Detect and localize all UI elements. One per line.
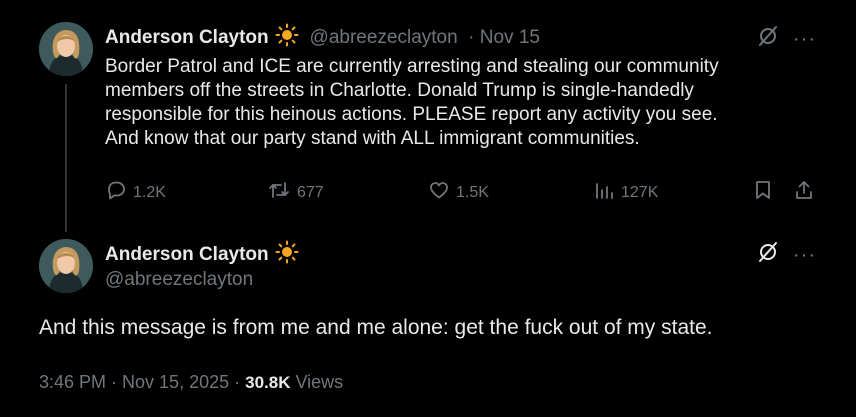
tweet1-top-actions: ··· <box>757 25 816 52</box>
tweet-text: Border Patrol and ICE are currently arre… <box>105 56 719 149</box>
views-count: 127K <box>621 183 659 201</box>
sun-emoji-icon <box>275 240 299 269</box>
repost-button[interactable]: 677 <box>267 179 324 206</box>
view-count: 30.8K <box>245 373 291 392</box>
author-name[interactable]: Anderson Clayton <box>105 244 269 266</box>
avatar[interactable] <box>39 239 93 293</box>
avatar[interactable] <box>39 22 93 76</box>
repost-icon <box>267 179 297 206</box>
views-icon <box>593 179 621 206</box>
reply-button[interactable]: 1.2K <box>105 179 166 206</box>
tweet-timestamp[interactable]: 3:46 PM · Nov 15, 2025 · <box>39 372 245 392</box>
like-icon <box>428 179 456 206</box>
sun-emoji-icon <box>275 23 299 52</box>
like-count: 1.5K <box>456 183 489 201</box>
thread-connector-line <box>65 84 67 232</box>
grok-icon[interactable] <box>757 241 779 268</box>
repost-count: 677 <box>297 183 324 201</box>
author-name[interactable]: Anderson Clayton <box>105 27 269 49</box>
grok-icon[interactable] <box>757 25 779 52</box>
author-handle[interactable]: @abreezeclayton <box>105 269 253 291</box>
tweet1-header: Anderson Clayton @abreezeclayton · Nov 1… <box>105 23 540 52</box>
reply-icon <box>105 179 133 206</box>
reply-count: 1.2K <box>133 183 166 201</box>
more-icon[interactable]: ··· <box>793 245 816 265</box>
more-icon[interactable]: ··· <box>793 29 816 49</box>
share-icon <box>793 179 821 206</box>
bookmark-icon <box>752 179 780 206</box>
like-button[interactable]: 1.5K <box>428 179 489 206</box>
tweet-meta: 3:46 PM · Nov 15, 2025 · 30.8K Views <box>39 372 343 393</box>
tweet-date[interactable]: · Nov 15 <box>468 27 540 48</box>
tweet2-top-actions: ··· <box>757 241 816 268</box>
views-button[interactable]: 127K <box>593 179 658 206</box>
tweet-text: And this message is from me and me alone… <box>39 316 713 339</box>
views-label: Views <box>290 372 344 392</box>
share-button[interactable] <box>793 179 821 206</box>
author-handle[interactable]: @abreezeclayton <box>310 27 458 48</box>
tweet1-action-bar: 1.2K 677 1.5K 127K <box>0 179 856 209</box>
bookmark-button[interactable] <box>752 179 780 206</box>
tweet2-header: Anderson Clayton <box>105 240 299 269</box>
